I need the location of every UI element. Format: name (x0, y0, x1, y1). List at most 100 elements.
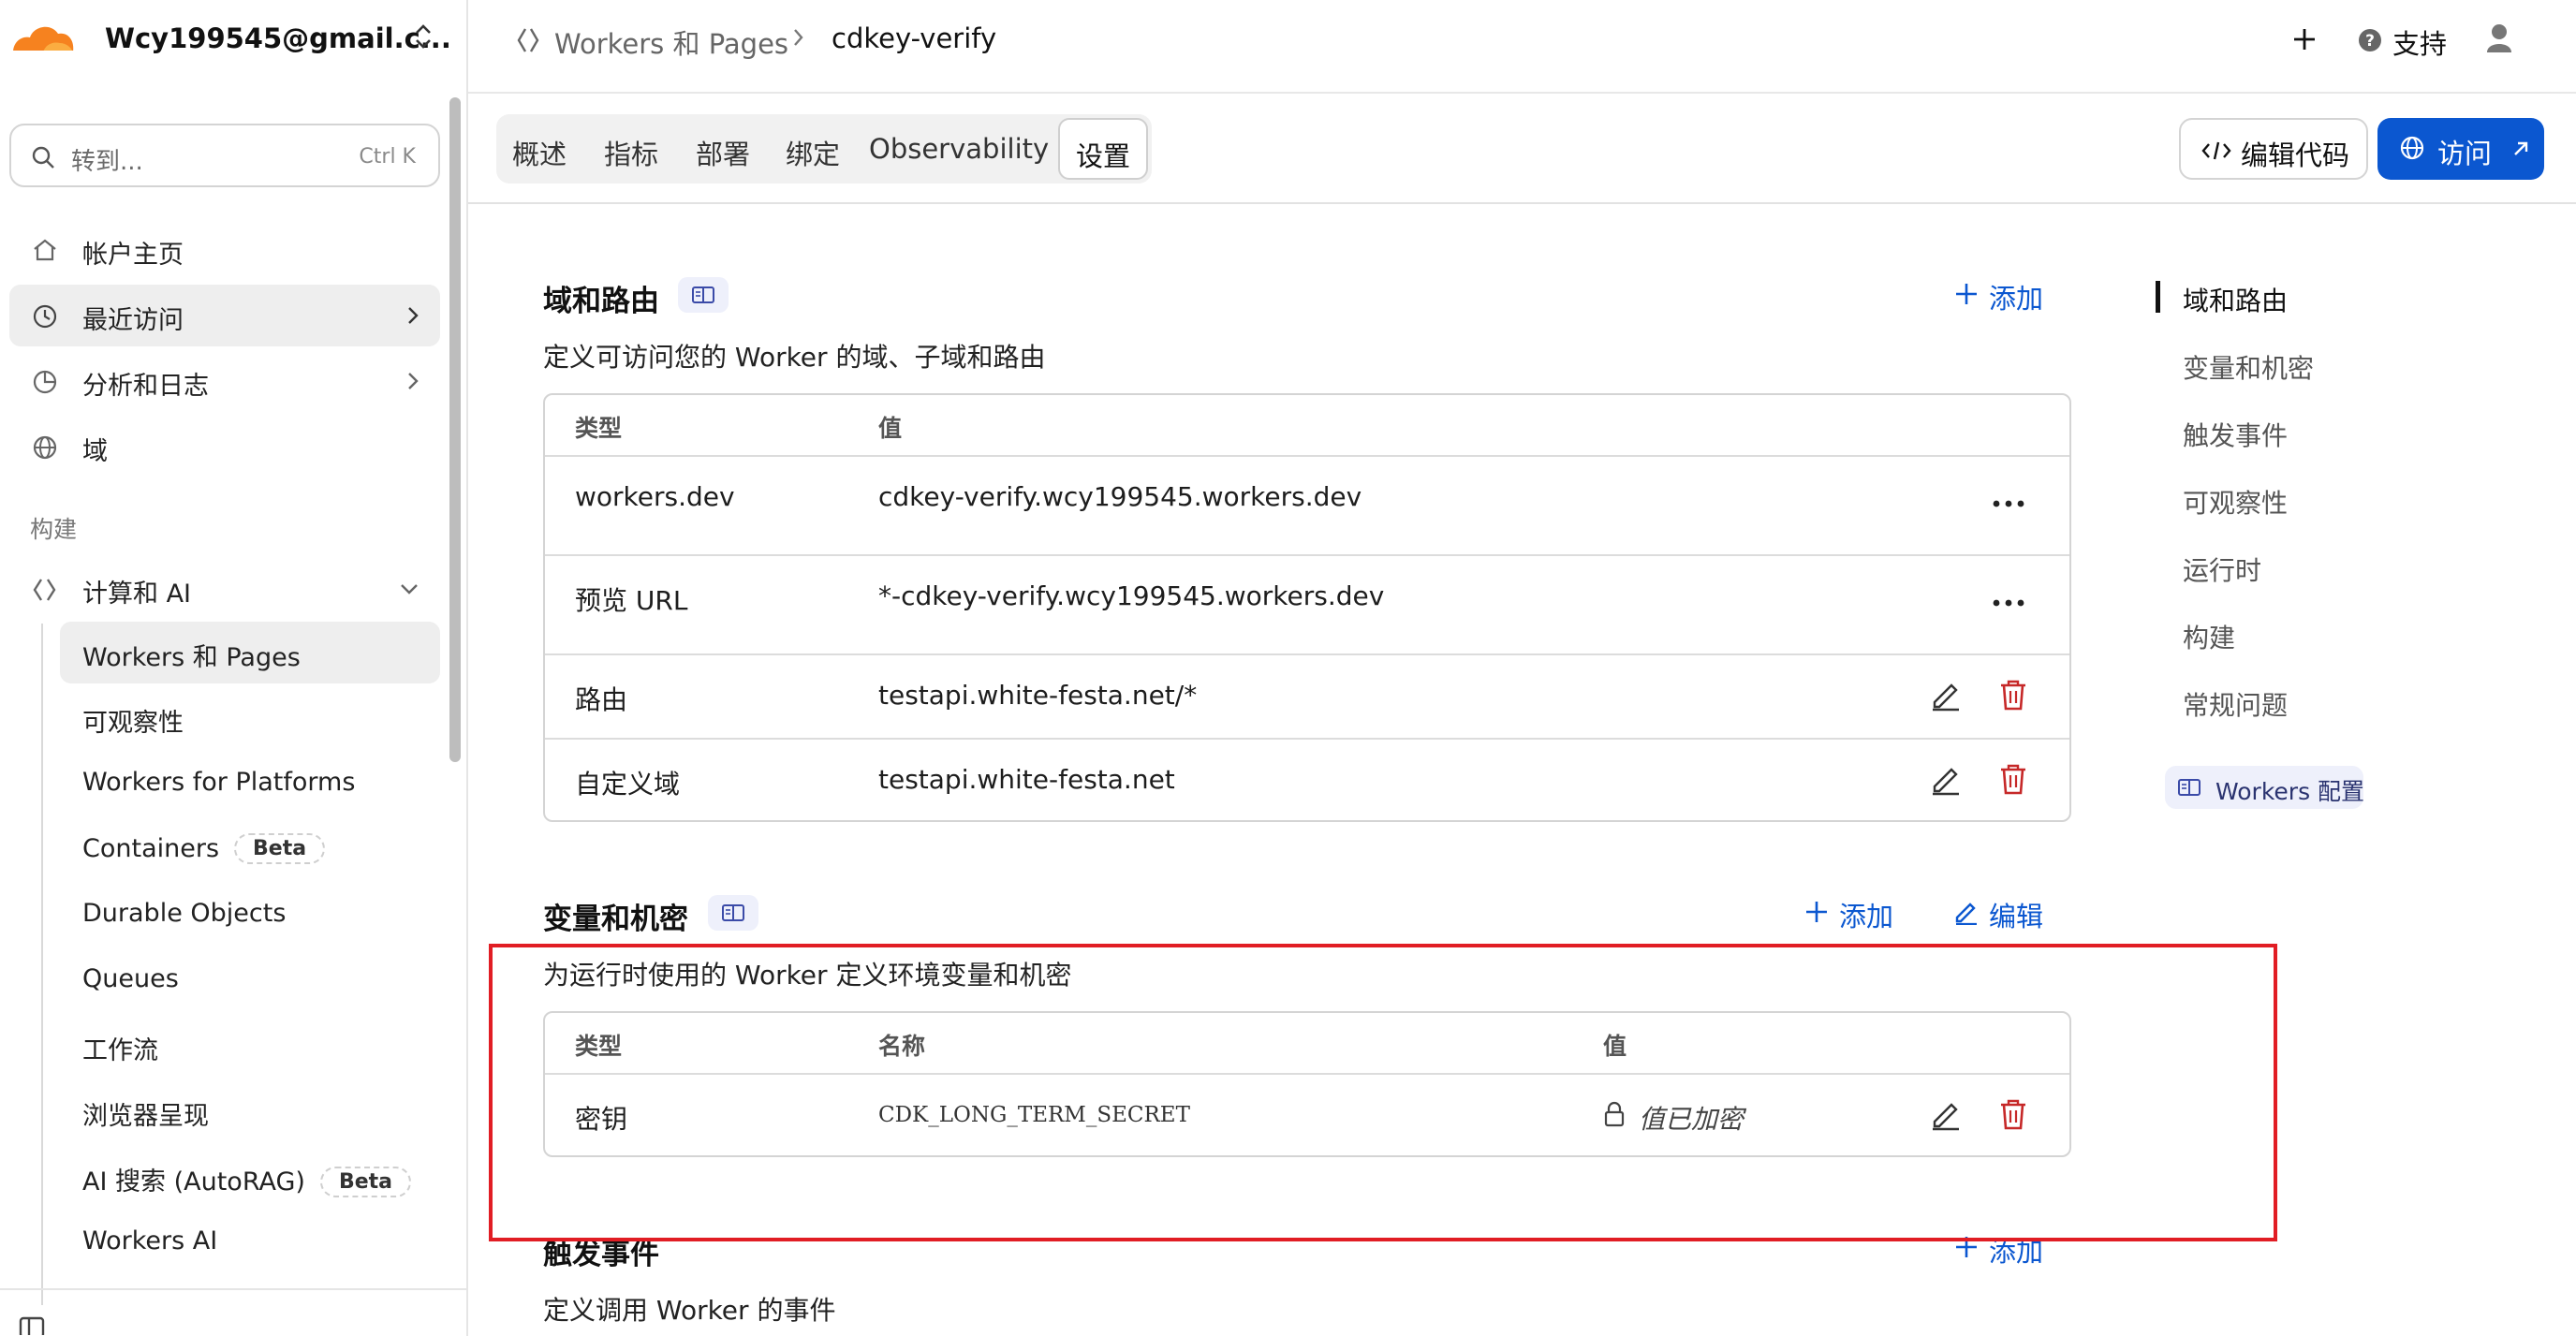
svg-text:?: ? (2365, 32, 2375, 51)
sidebar: Wcy199545@gmail.c... 转到... Ctrl K 帐户主页 最… (0, 0, 468, 1336)
add-domain-button[interactable]: 添加 (1953, 277, 2047, 315)
add-label: 添加 (1989, 283, 2044, 315)
toc-item-triggers[interactable]: 触发事件 (2183, 416, 2288, 453)
sidebar-item-browser-rendering[interactable]: 浏览器呈现 (60, 1080, 440, 1142)
sidebar-item-compute-ai[interactable]: 计算和 AI (9, 558, 440, 620)
sidebar-collapse-icon[interactable] (19, 1316, 47, 1335)
toc-item-domains[interactable]: 域和路由 (2183, 281, 2288, 318)
chevron-up-down-icon[interactable] (412, 21, 434, 52)
visit-button[interactable]: 访问 (2377, 118, 2544, 180)
domain-row-type: 路由 (575, 684, 628, 715)
docs-link-badge[interactable] (708, 895, 758, 931)
domain-row-value[interactable]: testapi.white-festa.net/* (878, 680, 1197, 711)
sidebar-item-durable-objects[interactable]: Durable Objects (60, 884, 440, 946)
chevron-right-icon (406, 371, 420, 391)
tab-settings[interactable]: 设置 (1058, 118, 1148, 180)
sidebar-item-label: Containers Beta (82, 833, 326, 864)
tab-deployments[interactable]: 部署 (687, 118, 758, 180)
breadcrumb-current: cdkey-verify (832, 22, 997, 54)
breadcrumb-parent[interactable]: Workers 和 Pages (554, 22, 788, 62)
sidebar-search[interactable]: 转到... Ctrl K (9, 124, 440, 187)
sidebar-item-domains[interactable]: 域 (9, 416, 440, 477)
domain-row-type: 自定义域 (575, 769, 681, 800)
sidebar-item-workflows[interactable]: 工作流 (60, 1015, 440, 1077)
support-button[interactable]: 支持 (2392, 22, 2447, 62)
sidebar-item-workers-ai[interactable]: Workers AI (60, 1211, 440, 1273)
toc-active-indicator (2156, 281, 2160, 313)
sidebar-footer-divider (0, 1288, 466, 1290)
sidebar-item-workers-for-platforms[interactable]: Workers for Platforms (60, 753, 440, 815)
workers-config-label: Workers 配置 (2215, 778, 2365, 805)
tab-observability[interactable]: Observability (869, 118, 1049, 180)
breadcrumb-separator-icon (792, 26, 805, 49)
beta-badge: Beta (319, 1167, 411, 1197)
account-name[interactable]: Wcy199545@gmail.c... (105, 22, 451, 54)
sidebar-item-label: 域 (82, 437, 108, 466)
visit-label: 访问 (2437, 138, 2493, 169)
delete-trash-icon[interactable] (1998, 762, 2028, 796)
sidebar-item-analytics[interactable]: 分析和日志 (9, 350, 440, 412)
sub-nav-guide (41, 624, 43, 1305)
tab-metrics[interactable]: 指标 (596, 118, 667, 180)
sidebar-item-containers[interactable]: Containers Beta (60, 818, 440, 880)
sidebar-item-label: 可观察性 (82, 709, 184, 738)
sidebar-item-home[interactable]: 帐户主页 (9, 219, 440, 281)
sidebar-item-label: 最近访问 (82, 306, 184, 335)
domain-row-value[interactable]: testapi.white-festa.net (878, 764, 1175, 795)
sidebar-section-build: 构建 (30, 516, 78, 543)
user-avatar-icon[interactable] (2485, 22, 2513, 54)
domain-row-value[interactable]: *-cdkey-verify.wcy199545.workers.dev (878, 580, 1384, 611)
sidebar-item-label: Workers AI (82, 1226, 218, 1255)
toc-item-runtime[interactable]: 运行时 (2183, 551, 2261, 588)
add-label: 添加 (1839, 901, 1894, 932)
sidebar-scrollbar[interactable] (449, 97, 461, 762)
edit-pencil-icon[interactable] (1929, 762, 1963, 796)
plus-icon (1803, 899, 1830, 925)
toc-item-observability[interactable]: 可观察性 (2183, 483, 2288, 521)
workers-icon (515, 26, 543, 54)
delete-trash-icon[interactable] (1998, 678, 2028, 712)
column-header-type: 类型 (575, 415, 623, 442)
sidebar-item-label: 分析和日志 (82, 372, 209, 401)
more-options-icon[interactable] (1993, 500, 2024, 507)
toc-item-build[interactable]: 构建 (2183, 618, 2235, 655)
sidebar-item-queues[interactable]: Queues (60, 949, 440, 1011)
docs-link-badge[interactable] (678, 277, 729, 313)
sidebar-item-label: Durable Objects (82, 899, 287, 928)
edit-variables-button[interactable]: 编辑 (1953, 895, 2047, 932)
row-divider (545, 554, 2069, 556)
cloudflare-logo-icon[interactable] (6, 21, 77, 54)
sidebar-item-ai-search[interactable]: AI 搜索 (AutoRAG) Beta (60, 1146, 440, 1208)
domain-row-type: 预览 URL (575, 585, 688, 616)
domain-row-type: workers.dev (575, 481, 735, 512)
sidebar-item-label: Workers for Platforms (82, 768, 356, 797)
help-icon[interactable]: ? (2358, 28, 2382, 52)
toc-item-general[interactable]: 常规问题 (2183, 685, 2288, 723)
chart-pie-icon (32, 369, 58, 395)
add-icon[interactable] (2291, 26, 2318, 52)
globe-icon (32, 434, 58, 461)
add-variable-button[interactable]: 添加 (1803, 895, 1897, 932)
home-icon (32, 238, 58, 262)
sidebar-item-text: Containers (82, 834, 220, 863)
code-icon (2201, 140, 2231, 161)
tab-overview[interactable]: 概述 (504, 118, 575, 180)
sidebar-item-label: 工作流 (82, 1036, 158, 1065)
sidebar-item-recent[interactable]: 最近访问 (9, 285, 440, 346)
clock-icon (32, 303, 58, 330)
domains-table: 类型 值 workers.dev cdkey-verify.wcy199545.… (543, 393, 2071, 822)
triggers-section-description: 定义调用 Worker 的事件 (543, 1295, 836, 1326)
more-options-icon[interactable] (1993, 599, 2024, 607)
chevron-down-icon (399, 582, 420, 595)
sidebar-item-observability[interactable]: 可观察性 (60, 687, 440, 749)
annotation-highlight-box (489, 944, 2277, 1241)
sidebar-item-label: 帐户主页 (82, 241, 184, 270)
edit-pencil-icon[interactable] (1929, 678, 1963, 712)
row-divider (545, 455, 2069, 457)
edit-code-button[interactable]: 编辑代码 (2179, 118, 2368, 180)
tab-bindings[interactable]: 绑定 (777, 118, 848, 180)
workers-config-docs-link[interactable]: Workers 配置 (2165, 766, 2365, 809)
sidebar-item-workers-pages[interactable]: Workers 和 Pages (60, 622, 440, 683)
toc-item-variables[interactable]: 变量和机密 (2183, 348, 2314, 386)
domain-row-value[interactable]: cdkey-verify.wcy199545.workers.dev (878, 481, 1362, 512)
